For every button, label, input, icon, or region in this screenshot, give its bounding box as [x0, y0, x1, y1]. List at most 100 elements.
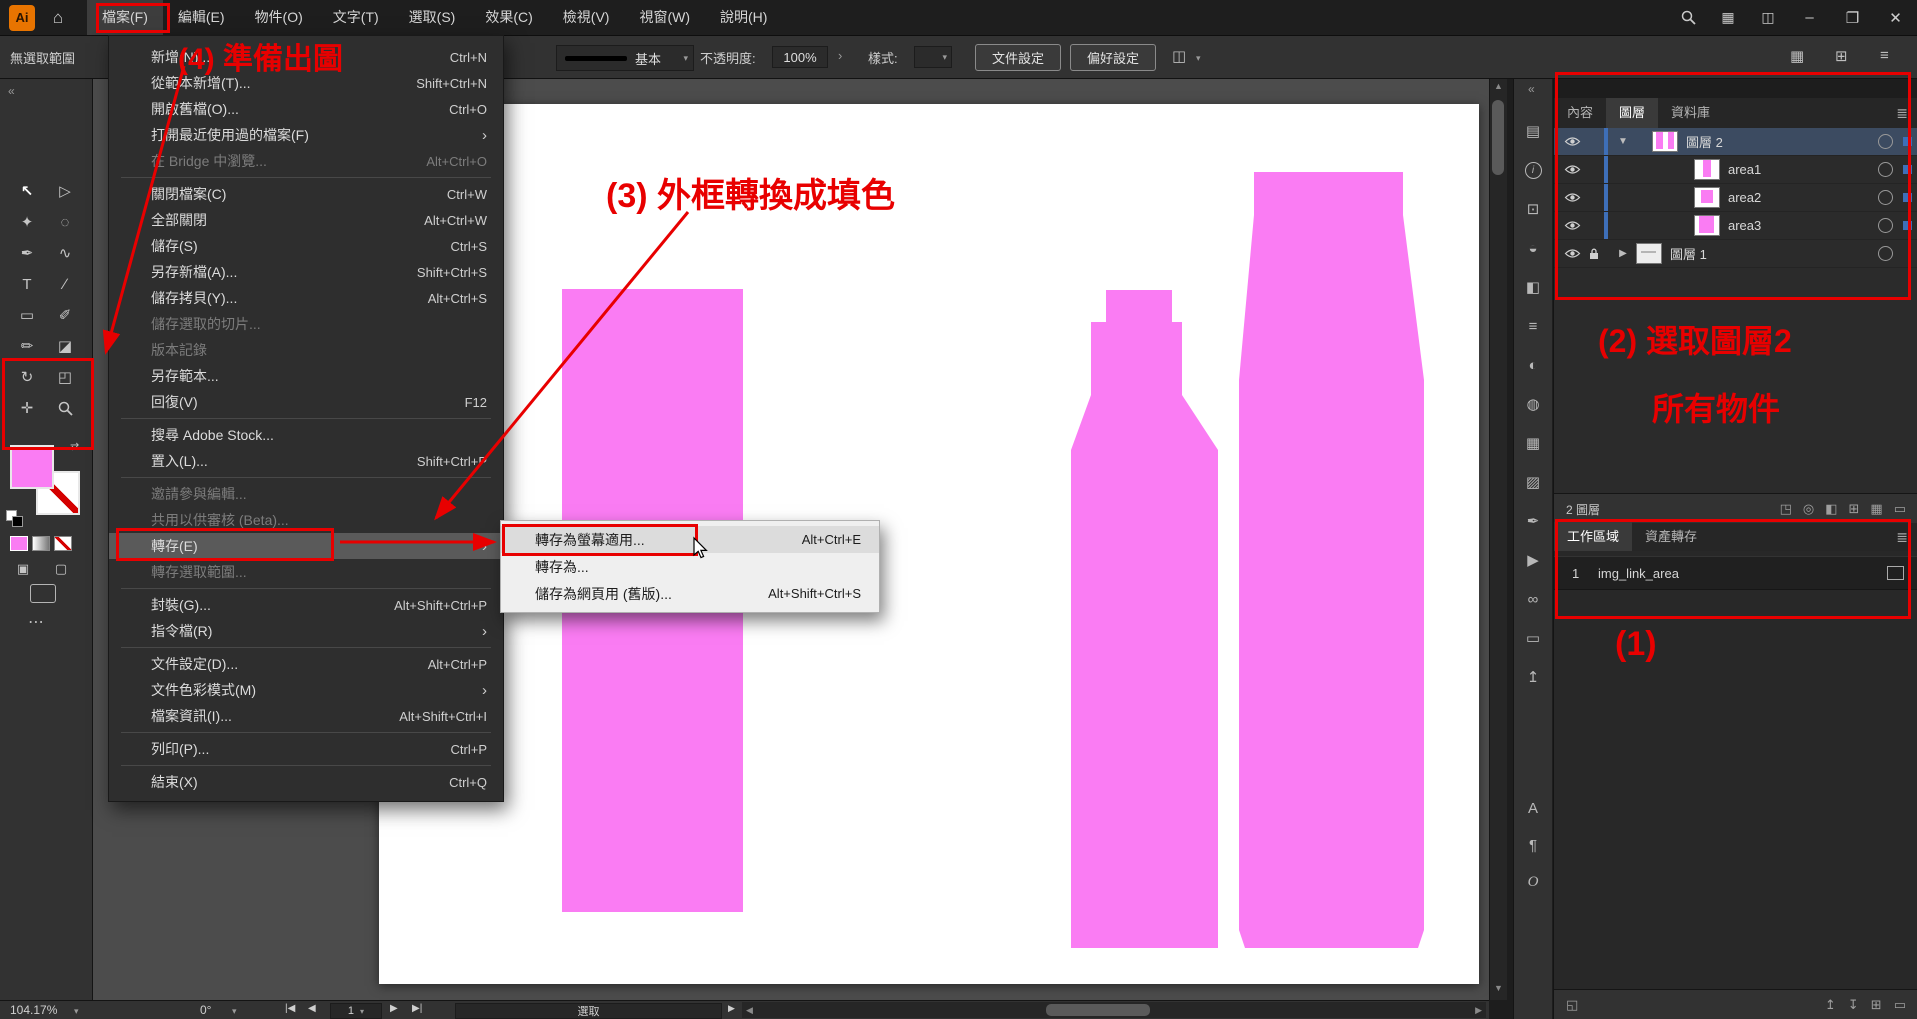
restore-button[interactable]: ❐ [1831, 0, 1874, 35]
line-tool[interactable]: ∕ [50, 271, 80, 297]
submenu-item-save-for-web[interactable]: 儲存為網頁用 (舊版)...Alt+Shift+Ctrl+S [501, 580, 879, 607]
selection-indicator[interactable] [1903, 137, 1912, 146]
scale-tool[interactable]: ◰ [50, 364, 80, 390]
properties-icon[interactable]: ▤ [1514, 118, 1552, 144]
scroll-down-icon[interactable]: ▼ [1494, 983, 1503, 993]
layer-thumbnail[interactable] [1694, 187, 1720, 208]
paragraph-icon[interactable]: ¶ [1514, 832, 1552, 858]
status-popup-icon[interactable]: ▶ [728, 1003, 735, 1014]
info-icon[interactable]: i [1514, 157, 1552, 183]
collapse-tools-icon[interactable]: « [8, 84, 15, 98]
collect-export-icon[interactable]: ◳ [1780, 501, 1792, 517]
opacity-field[interactable]: 100% [772, 46, 828, 68]
collapse-chevron-icon[interactable]: ▶ [1610, 248, 1636, 259]
stroke-icon[interactable]: ≡ [1514, 313, 1552, 339]
color-icon[interactable]: ◒ [1514, 235, 1552, 261]
asset-export-icon[interactable]: ↥ [1514, 664, 1552, 690]
zoom-dropdown-icon[interactable]: ▾ [74, 1006, 79, 1017]
submenu-item-export-as[interactable]: 轉存為... [501, 553, 879, 580]
target-circle-icon[interactable] [1878, 218, 1893, 233]
style-field[interactable]: ▾ [914, 46, 952, 68]
menu-object[interactable]: 物件(O) [240, 0, 318, 35]
horizontal-scrollbar[interactable]: ◀ ▶ [742, 1002, 1486, 1018]
visibility-eye-icon[interactable] [1560, 248, 1584, 259]
menu-effect[interactable]: 效果(C) [470, 0, 547, 35]
minimize-button[interactable]: – [1788, 0, 1831, 35]
menu-type[interactable]: 文字(T) [318, 0, 394, 35]
preferences-button[interactable]: 偏好設定 [1070, 44, 1156, 71]
none-mode-chip[interactable] [54, 536, 72, 551]
expand-chevron-icon[interactable]: ▼ [1610, 136, 1636, 147]
paintbrush-tool[interactable]: ✐ [50, 302, 80, 328]
arrange-documents-icon[interactable]: ▦ [1790, 47, 1804, 65]
menu-item-search-adobe-stock[interactable]: 搜尋 Adobe Stock... [109, 422, 503, 448]
scroll-left-icon[interactable]: ◀ [746, 1005, 753, 1016]
style-dropdown-icon[interactable]: ▾ [942, 52, 947, 63]
tab-properties[interactable]: 內容 [1554, 98, 1606, 128]
menu-item-export[interactable]: 轉存(E)› [109, 533, 503, 559]
swap-fill-stroke-icon[interactable]: ⇄ [70, 440, 79, 453]
scroll-right-icon[interactable]: ▶ [1475, 1005, 1482, 1016]
links-icon[interactable]: ∞ [1514, 586, 1552, 612]
layer-row-layer1[interactable]: ▶ 圖層 1 [1554, 240, 1917, 268]
menu-item-print[interactable]: 列印(P)...Ctrl+P [109, 736, 503, 762]
menu-item-close[interactable]: 關閉檔案(C)Ctrl+W [109, 181, 503, 207]
layer-thumbnail[interactable] [1694, 215, 1720, 236]
visibility-eye-icon[interactable] [1560, 164, 1584, 175]
menu-window[interactable]: 視窗(W) [624, 0, 705, 35]
character-icon[interactable]: A [1514, 795, 1552, 821]
apps-grid-icon[interactable]: ▦ [1708, 0, 1748, 35]
menu-item-save-as-template[interactable]: 另存範本... [109, 363, 503, 389]
move-up-icon[interactable]: ↥ [1825, 997, 1836, 1013]
menu-item-close-all[interactable]: 全部關閉Alt+Ctrl+W [109, 207, 503, 233]
visibility-eye-icon[interactable] [1560, 192, 1584, 203]
clipping-mask-icon[interactable]: ◧ [1825, 501, 1837, 517]
layer-name[interactable]: area2 [1728, 190, 1761, 205]
vertical-scroll-thumb[interactable] [1492, 100, 1504, 175]
shape-bottle-large[interactable] [1239, 172, 1424, 948]
layer-thumbnail[interactable] [1652, 131, 1678, 152]
menu-item-file-info[interactable]: 檔案資訊(I)...Alt+Shift+Ctrl+I [109, 703, 503, 729]
curvature-tool[interactable]: ∿ [50, 240, 80, 266]
rotate-tool[interactable]: ↻ [12, 364, 42, 390]
layer-name[interactable]: 圖層 2 [1686, 132, 1723, 151]
brush-definition-widget[interactable]: 基本 ▾ [556, 45, 694, 71]
move-down-icon[interactable]: ↧ [1848, 997, 1859, 1013]
artboard-dropdown-icon[interactable]: ▾ [360, 1007, 364, 1016]
artboards-icon[interactable]: ▭ [1514, 625, 1552, 651]
tab-layers[interactable]: 圖層 [1606, 98, 1658, 128]
align-dropdown-icon[interactable]: ▾ [1196, 53, 1201, 64]
actions-icon[interactable]: ▶ [1514, 547, 1552, 573]
layer-name[interactable]: area1 [1728, 162, 1761, 177]
eraser-tool[interactable]: ◪ [50, 333, 80, 359]
menu-edit[interactable]: 編輯(E) [163, 0, 240, 35]
menu-item-document-color-mode[interactable]: 文件色彩模式(M)› [109, 677, 503, 703]
menu-item-place[interactable]: 置入(L)...Shift+Ctrl+P [109, 448, 503, 474]
layer-row-area3[interactable]: area3 [1554, 212, 1917, 240]
align-options-icon[interactable]: ◫ [1172, 47, 1186, 65]
layer-row-area2[interactable]: area2 [1554, 184, 1917, 212]
next-artboard-icon[interactable]: ▶ [390, 1003, 398, 1014]
document-setup-button[interactable]: 文件設定 [975, 44, 1061, 71]
menu-item-scripts[interactable]: 指令檔(R)› [109, 618, 503, 644]
direct-selection-tool[interactable]: ▷ [50, 178, 80, 204]
type-tool[interactable]: T [12, 271, 42, 297]
lock-icon[interactable] [1584, 248, 1604, 260]
pen-tool[interactable]: ✒ [12, 240, 42, 266]
transform-icon[interactable]: ⊡ [1514, 196, 1552, 222]
transparency-icon[interactable]: ◐ [1514, 352, 1552, 378]
artboard-row[interactable]: 1 img_link_area [1554, 556, 1917, 590]
magic-wand-tool[interactable]: ✦ [12, 209, 42, 235]
rotation-value[interactable]: 0° [200, 1003, 211, 1017]
selection-tool[interactable]: ↖ [12, 178, 42, 204]
target-circle-icon[interactable] [1878, 190, 1893, 205]
fill-color-swatch[interactable] [10, 445, 54, 489]
delete-artboard-icon[interactable]: ▭ [1894, 997, 1906, 1013]
menu-item-open[interactable]: 開啟舊檔(O)...Ctrl+O [109, 96, 503, 122]
new-layer-icon[interactable]: ▦ [1870, 501, 1882, 517]
menu-view[interactable]: 檢視(V) [548, 0, 625, 35]
layer-name[interactable]: 圖層 1 [1670, 244, 1707, 263]
tab-asset-export[interactable]: 資產轉存 [1632, 522, 1710, 552]
appearance-icon[interactable]: ◍ [1514, 391, 1552, 417]
control-panel-menu-icon[interactable]: ≡ [1880, 47, 1889, 64]
